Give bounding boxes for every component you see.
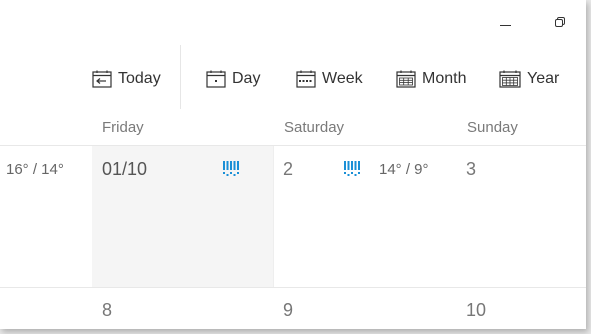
month-view-label: Month	[422, 70, 467, 87]
toolbar-divider	[180, 45, 181, 109]
date-friday: 8	[102, 300, 113, 320]
date-sunday: 3	[466, 159, 477, 179]
day-view-button[interactable]: Day	[206, 67, 260, 91]
day-header-friday: Friday	[102, 119, 144, 136]
date-sunday: 10	[466, 300, 487, 320]
calendar-today-icon	[92, 70, 112, 88]
minimize-button[interactable]	[497, 14, 517, 34]
calendar-week-icon	[296, 70, 316, 88]
rain-icon	[223, 161, 239, 176]
week-row-divider	[0, 145, 586, 146]
today-button[interactable]: Today	[92, 67, 161, 91]
week-view-label: Week	[322, 70, 363, 87]
restore-button[interactable]	[552, 14, 572, 34]
calendar-window: Today Day Week Month Year Friday Saturda…	[0, 0, 586, 329]
date-saturday: 9	[283, 300, 294, 320]
calendar-month-icon	[396, 70, 416, 88]
date-saturday: 2	[283, 159, 294, 179]
more-options-button[interactable]: ·	[585, 78, 586, 96]
year-view-button[interactable]: Year	[499, 67, 559, 91]
week-row-divider	[0, 287, 586, 288]
prev-day-temperature: 16° / 14°	[6, 161, 64, 178]
year-view-label: Year	[527, 70, 560, 87]
today-label: Today	[118, 70, 161, 87]
saturday-temperature: 14° / 9°	[379, 161, 429, 178]
day-header-saturday: Saturday	[284, 119, 345, 136]
calendar-day-icon	[206, 70, 226, 88]
day-view-label: Day	[232, 70, 261, 87]
day-header-sunday: Sunday	[467, 119, 518, 136]
calendar-year-icon	[499, 70, 521, 88]
month-view-button[interactable]: Month	[396, 67, 466, 91]
date-friday: 01/10	[102, 159, 148, 179]
rain-icon	[344, 161, 360, 176]
week-view-button[interactable]: Week	[296, 67, 363, 91]
